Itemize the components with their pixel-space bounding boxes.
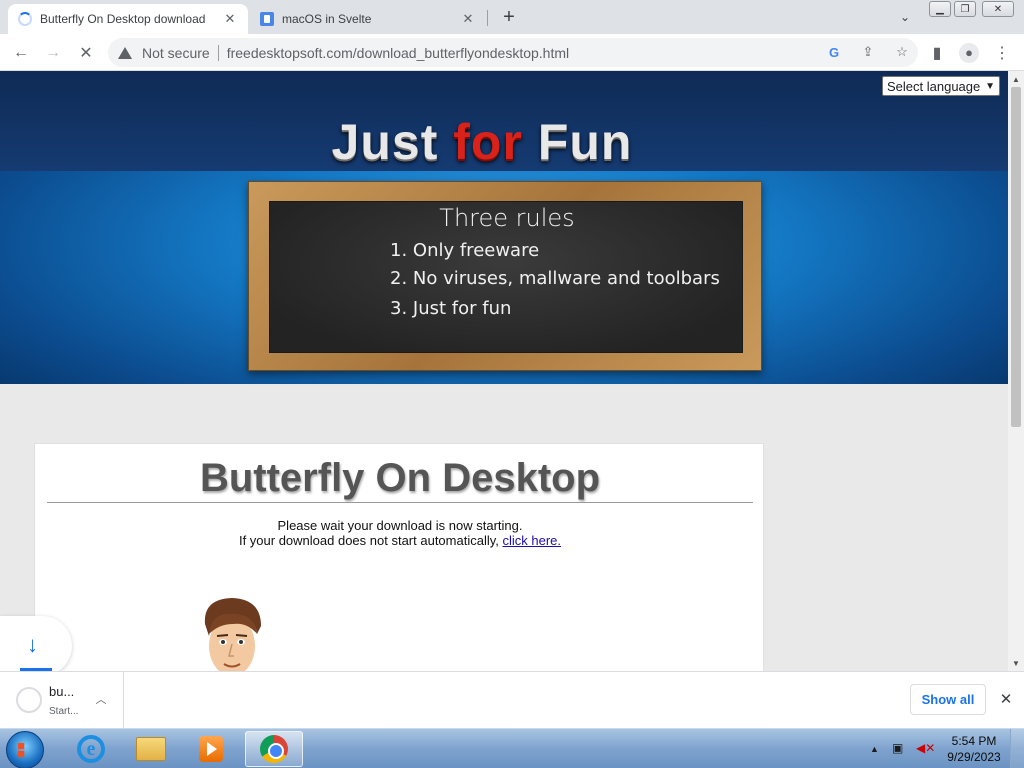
- chevron-up-icon[interactable]: ︿: [92, 690, 110, 708]
- chalkboard: Three rules 1. Only freeware 2. No virus…: [269, 201, 743, 353]
- url-text[interactable]: freedesktopsoft.com/download_butterflyon…: [227, 45, 569, 61]
- scroll-down-arrow-icon[interactable]: ▼: [1008, 655, 1024, 671]
- close-tab-icon[interactable]: ✕: [222, 11, 238, 27]
- show-desktop-button[interactable]: [1010, 729, 1024, 768]
- system-tray: ▲ ▣ ◀✕ 5:54 PM 9/29/2023: [864, 729, 1024, 768]
- finder-favicon-icon: [260, 12, 274, 26]
- media-player-icon: [199, 736, 223, 762]
- clock-time: 5:54 PM: [951, 734, 997, 748]
- download-message: Please wait your download is now startin…: [35, 518, 765, 548]
- chevron-down-icon: ▼: [985, 80, 995, 92]
- media-player-taskbar-button[interactable]: [182, 731, 240, 767]
- tab-macos[interactable]: macOS in Svelte ✕: [250, 4, 486, 34]
- download-progress-ring-icon: [16, 687, 42, 713]
- cartoon-man-avatar: [204, 598, 261, 671]
- page-scrollbar[interactable]: ▲ ▼: [1008, 71, 1024, 671]
- headline-word-just: Just: [331, 114, 439, 170]
- download-bubble[interactable]: ↓: [0, 616, 72, 671]
- omnibox-actions: G ⇪ ☆: [826, 44, 910, 60]
- download-item[interactable]: bu... Start... ︿: [0, 672, 124, 728]
- profile-icon[interactable]: ●: [956, 40, 982, 66]
- browser-toolbar: ← → ✕ Not secure freedesktopsoft.com/dow…: [0, 34, 1024, 71]
- tray-expand-icon[interactable]: ▲: [870, 744, 879, 754]
- forward-icon[interactable]: →: [40, 40, 66, 66]
- tab-title: macOS in Svelte: [282, 12, 372, 26]
- tab-title: Butterfly On Desktop download: [40, 12, 206, 26]
- omnibox-separator: [217, 44, 219, 61]
- rule-3: 3. Just for fun: [390, 298, 512, 319]
- chalkboard-frame: Three rules 1. Only freeware 2. No virus…: [248, 181, 762, 371]
- show-all-button[interactable]: Show all: [910, 684, 986, 715]
- download-status: Start...: [49, 706, 79, 717]
- file-explorer-taskbar-button[interactable]: [122, 731, 180, 767]
- new-tab-button[interactable]: +: [498, 6, 520, 28]
- internet-explorer-icon: e: [77, 735, 105, 763]
- back-icon[interactable]: ←: [8, 40, 34, 66]
- download-card: Butterfly On Desktop Please wait your do…: [34, 443, 764, 671]
- headline: Just for Fun: [0, 113, 964, 171]
- tab-separator: [487, 10, 488, 26]
- address-bar[interactable]: Not secure freedesktopsoft.com/download_…: [108, 38, 918, 67]
- close-tab-icon[interactable]: ✕: [460, 11, 476, 27]
- menu-icon[interactable]: ⋮: [989, 40, 1015, 66]
- download-shelf: bu... Start... ︿ Show all ✕: [0, 671, 1024, 728]
- download-file-name: bu...: [49, 684, 75, 699]
- tab-strip: Butterfly On Desktop download ✕ macOS in…: [0, 0, 1024, 34]
- chrome-icon: [260, 735, 288, 763]
- download-fallback-text: If your download does not start automati…: [238, 533, 499, 548]
- click-here-link[interactable]: click here.: [503, 533, 562, 548]
- restore-button[interactable]: ❐: [954, 1, 976, 17]
- warning-triangle-icon: [118, 46, 132, 59]
- file-explorer-icon: [136, 737, 166, 761]
- page-title: Butterfly On Desktop: [199, 456, 601, 500]
- clock-date: 9/29/2023: [947, 750, 1001, 764]
- rule-2: 2. No viruses, mallware and toolbars: [390, 268, 720, 289]
- scroll-thumb[interactable]: [1011, 87, 1021, 427]
- stop-icon[interactable]: ✕: [73, 40, 99, 66]
- language-select-value: Select language: [887, 78, 981, 94]
- clock[interactable]: 5:54 PM 9/29/2023: [944, 733, 1004, 765]
- volume-muted-icon[interactable]: ◀✕: [916, 741, 935, 755]
- tab-butterfly[interactable]: Butterfly On Desktop download ✕: [8, 4, 248, 34]
- tab-search-chevron-icon[interactable]: ⌄: [896, 8, 914, 26]
- start-button[interactable]: [6, 731, 44, 768]
- internet-explorer-taskbar-button[interactable]: e: [62, 731, 120, 767]
- download-arrow-icon: ↓: [27, 632, 38, 657]
- title-divider: [47, 502, 753, 503]
- headline-word-for: for: [453, 114, 523, 170]
- headline-word-fun: Fun: [537, 114, 633, 170]
- scroll-up-arrow-icon[interactable]: ▲: [1008, 71, 1024, 87]
- close-window-button[interactable]: ✕: [982, 1, 1014, 17]
- minimize-button[interactable]: ▁: [929, 1, 951, 17]
- loading-spinner-icon: [18, 12, 32, 26]
- side-panel-icon[interactable]: ▮: [924, 40, 950, 66]
- network-icon[interactable]: ▣: [892, 741, 903, 755]
- chrome-taskbar-button[interactable]: [245, 731, 303, 767]
- page-viewport: Select language ▼ Just for Fun Three rul…: [0, 71, 1008, 671]
- close-shelf-icon[interactable]: ✕: [997, 690, 1015, 708]
- google-lens-icon[interactable]: G: [826, 44, 842, 60]
- windows-taskbar: e ▲ ▣ ◀✕ 5:54 PM 9/29/2023: [0, 728, 1024, 768]
- share-icon[interactable]: ⇪: [860, 44, 876, 60]
- not-secure-label[interactable]: Not secure: [142, 45, 210, 61]
- download-wait-text: Please wait your download is now startin…: [277, 518, 523, 533]
- chalkboard-title: Three rules: [439, 204, 575, 232]
- bookmark-star-icon[interactable]: ☆: [894, 44, 910, 60]
- rule-1: 1. Only freeware: [390, 240, 540, 261]
- language-select[interactable]: Select language ▼: [882, 76, 1000, 96]
- hero-banner: Select language ▼ Just for Fun Three rul…: [0, 71, 1008, 384]
